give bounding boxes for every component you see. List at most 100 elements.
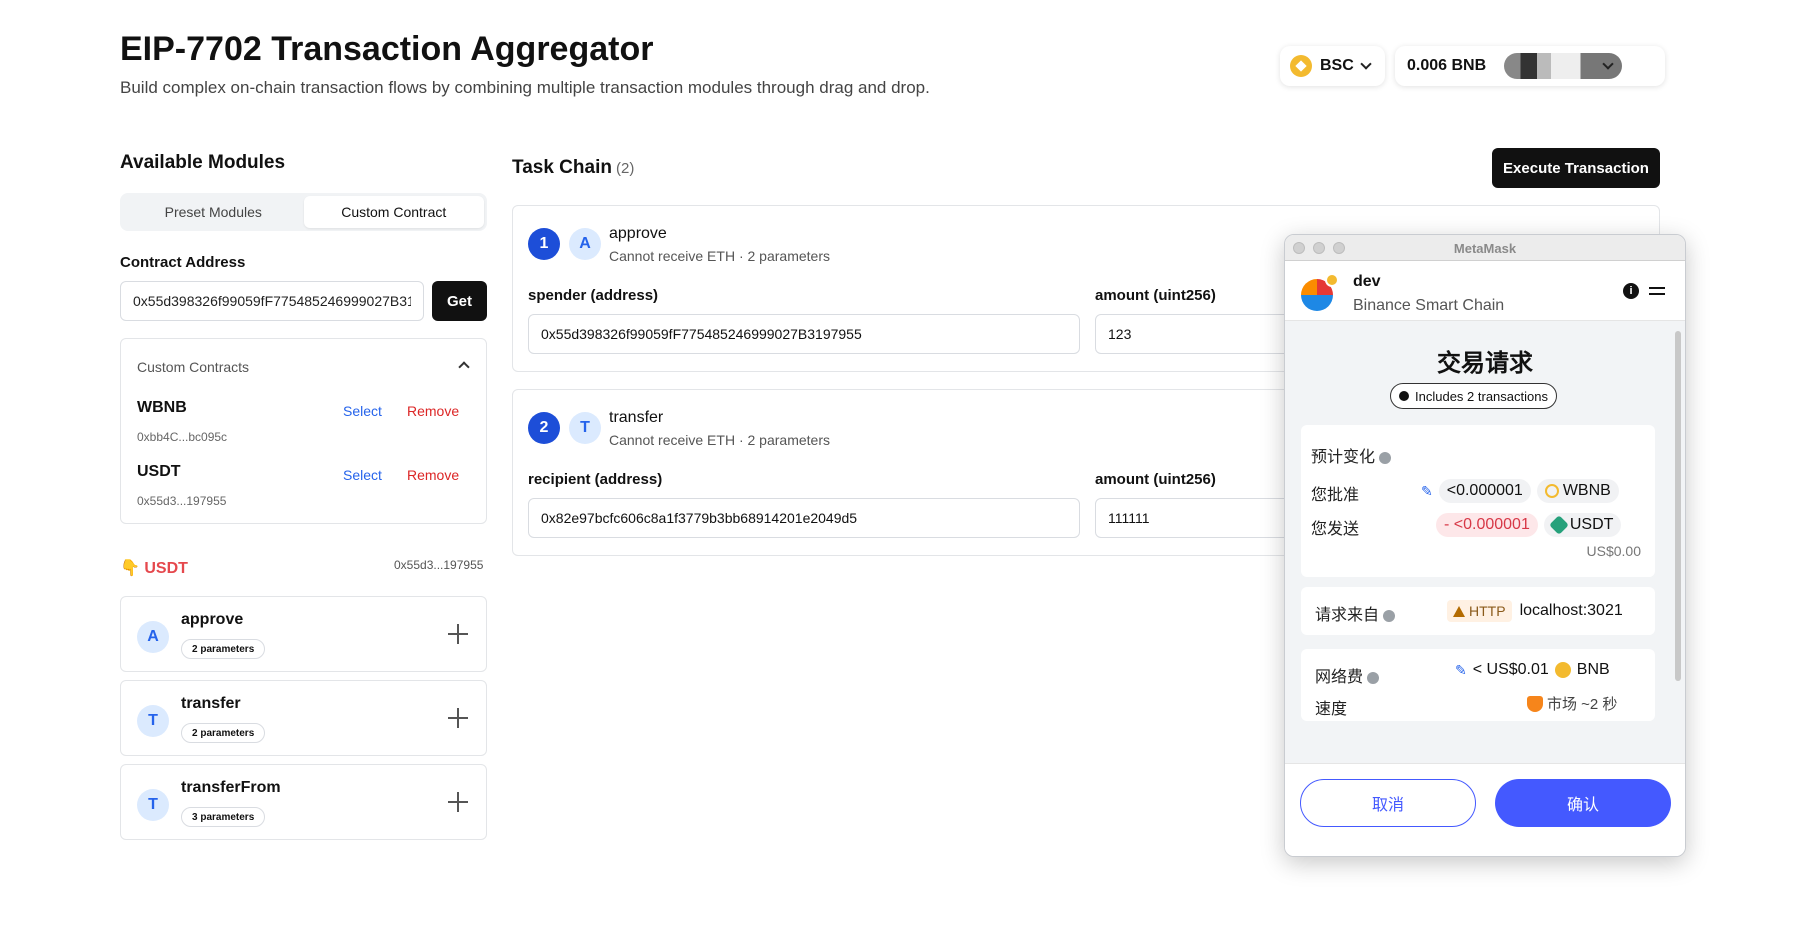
network-selector[interactable]: BSC bbox=[1280, 46, 1385, 86]
bnb-token-icon bbox=[1554, 662, 1571, 678]
metamask-footer: 取消 确认 bbox=[1285, 763, 1685, 856]
speed-label: 速度 bbox=[1315, 701, 1348, 718]
help-icon[interactable] bbox=[1367, 671, 1380, 684]
module-param-badge: 3 parameters bbox=[181, 807, 266, 827]
module-name: transfer bbox=[181, 695, 241, 712]
info-icon[interactable]: i bbox=[1623, 283, 1639, 299]
tab-custom-contract[interactable]: Custom Contract bbox=[303, 196, 484, 228]
module-card[interactable]: A approve 2 parameters bbox=[120, 596, 487, 672]
balance-label: 0.006 BNB bbox=[1407, 57, 1487, 74]
metamask-account-header: dev Binance Smart Chain i bbox=[1285, 261, 1685, 321]
fee-token: BNB bbox=[1576, 661, 1610, 678]
estimated-changes-label: 预计变化 bbox=[1311, 443, 1392, 467]
network-label: BSC bbox=[1320, 57, 1354, 74]
http-warning-badge: HTTP bbox=[1447, 600, 1512, 622]
task-name: approve bbox=[609, 225, 667, 242]
origin-host: localhost:3021 bbox=[1519, 602, 1623, 619]
param-input[interactable]: 0x55d398326f99059fF775485246999027B31979… bbox=[528, 314, 1080, 354]
module-name: transferFrom bbox=[181, 779, 281, 796]
module-tabs: Preset Modules Custom Contract bbox=[120, 193, 487, 231]
add-icon[interactable] bbox=[448, 792, 468, 812]
send-row: - <0.000001 USDT bbox=[1436, 513, 1622, 537]
modules-heading: Available Modules bbox=[120, 152, 286, 173]
param-label: amount (uint256) bbox=[1095, 287, 1216, 304]
contract-address-input[interactable] bbox=[120, 281, 424, 321]
includes-transactions-badge[interactable]: Includes 2 transactions bbox=[1390, 383, 1557, 409]
confirm-button[interactable]: 确认 bbox=[1495, 779, 1671, 827]
contract-name: USDT bbox=[137, 463, 181, 480]
help-icon[interactable] bbox=[1379, 451, 1392, 464]
speed-row: 市场 ~2 秒 bbox=[1527, 693, 1617, 714]
network-fee-label: 网络费 bbox=[1315, 663, 1380, 687]
custom-contracts-heading: Custom Contracts bbox=[137, 359, 250, 375]
task-avatar: A bbox=[569, 228, 601, 260]
scrollbar[interactable] bbox=[1675, 331, 1681, 681]
custom-contracts-panel: Custom Contracts WBNB 0xbb4C...bc095c Se… bbox=[120, 338, 487, 524]
help-icon[interactable] bbox=[1383, 609, 1396, 622]
step-number: 1 bbox=[528, 228, 560, 260]
approve-token: WBNB bbox=[1536, 479, 1619, 503]
request-title: 交易请求 bbox=[1437, 350, 1533, 377]
network-fee-card: 网络费 ✎ < US$0.01 BNB 速度 市场 ~2 秒 bbox=[1301, 649, 1655, 721]
request-origin-card: 请求来自 HTTP localhost:3021 bbox=[1301, 587, 1655, 635]
selected-contract-address: 0x55d3...197955 bbox=[394, 558, 484, 572]
task-avatar: T bbox=[569, 412, 601, 444]
add-icon[interactable] bbox=[448, 624, 468, 644]
task-chain-heading: Task Chain bbox=[512, 157, 612, 178]
cancel-button[interactable]: 取消 bbox=[1300, 779, 1476, 827]
add-icon[interactable] bbox=[448, 708, 468, 728]
param-input[interactable]: 0x82e97bcfc606c8a1f3779b3bb68914201e2049… bbox=[528, 498, 1080, 538]
approve-amount: <0.000001 bbox=[1438, 479, 1531, 503]
usdt-token-icon bbox=[1548, 515, 1569, 535]
page-subtitle: Build complex on-chain transaction flows… bbox=[120, 78, 930, 97]
module-avatar: T bbox=[137, 789, 169, 821]
param-label: recipient (address) bbox=[528, 471, 663, 488]
remove-contract-link[interactable]: Remove bbox=[407, 467, 459, 483]
bnb-logo-icon bbox=[1290, 55, 1312, 77]
param-label: amount (uint256) bbox=[1095, 471, 1216, 488]
settings-sliders-icon[interactable] bbox=[1649, 283, 1665, 299]
select-contract-link[interactable]: Select bbox=[343, 467, 382, 483]
contract-address-label: Contract Address bbox=[120, 254, 246, 271]
task-meta: Cannot receive ETH · 2 parameters bbox=[609, 432, 830, 448]
module-name: approve bbox=[181, 611, 244, 628]
execute-transaction-button[interactable]: Execute Transaction bbox=[1492, 148, 1660, 188]
approve-row: ✎ <0.000001 WBNB bbox=[1421, 479, 1619, 503]
remove-contract-link[interactable]: Remove bbox=[407, 403, 459, 419]
metamask-fox-icon bbox=[1527, 695, 1543, 712]
account-name: dev bbox=[1353, 273, 1381, 290]
select-contract-link[interactable]: Select bbox=[343, 403, 382, 419]
warning-icon bbox=[1453, 605, 1465, 617]
task-meta: Cannot receive ETH · 2 parameters bbox=[609, 248, 830, 264]
contract-name: WBNB bbox=[137, 399, 187, 416]
get-button[interactable]: Get bbox=[432, 281, 487, 321]
tab-preset-modules[interactable]: Preset Modules bbox=[123, 196, 304, 228]
module-card[interactable]: T transfer 2 parameters bbox=[120, 680, 487, 756]
origin-row: HTTP localhost:3021 bbox=[1447, 600, 1623, 622]
chevron-down-icon bbox=[1360, 58, 1372, 70]
edit-pencil-icon[interactable]: ✎ bbox=[1421, 483, 1433, 500]
info-dot-icon bbox=[1399, 391, 1409, 401]
contract-address: 0x55d3...197955 bbox=[137, 494, 227, 508]
page-title: EIP-7702 Transaction Aggregator bbox=[120, 30, 654, 68]
approve-label: 您批准 bbox=[1311, 487, 1360, 504]
edit-pencil-icon[interactable]: ✎ bbox=[1455, 662, 1467, 679]
send-amount: - <0.000001 bbox=[1436, 513, 1538, 537]
bnb-network-icon bbox=[1325, 273, 1339, 287]
fee-row: ✎ < US$0.01 BNB bbox=[1455, 661, 1610, 679]
speed-value: 市场 ~2 秒 bbox=[1547, 696, 1618, 713]
metamask-window: MetaMask dev Binance Smart Chain i 交易请求 … bbox=[1284, 234, 1686, 857]
task-name: transfer bbox=[609, 409, 664, 426]
step-number: 2 bbox=[528, 412, 560, 444]
contract-address: 0xbb4C...bc095c bbox=[137, 430, 228, 444]
module-card[interactable]: T transferFrom 3 parameters bbox=[120, 764, 487, 840]
module-avatar: A bbox=[137, 621, 169, 653]
chevron-up-icon[interactable] bbox=[458, 361, 470, 373]
param-label: spender (address) bbox=[528, 287, 659, 304]
includes-label: Includes 2 transactions bbox=[1415, 388, 1548, 404]
chain-name: Binance Smart Chain bbox=[1353, 297, 1505, 314]
send-label: 您发送 bbox=[1311, 521, 1360, 538]
account-button[interactable]: 0.006 BNB bbox=[1395, 46, 1665, 86]
module-param-badge: 2 parameters bbox=[181, 723, 266, 743]
send-token: USDT bbox=[1543, 513, 1622, 537]
